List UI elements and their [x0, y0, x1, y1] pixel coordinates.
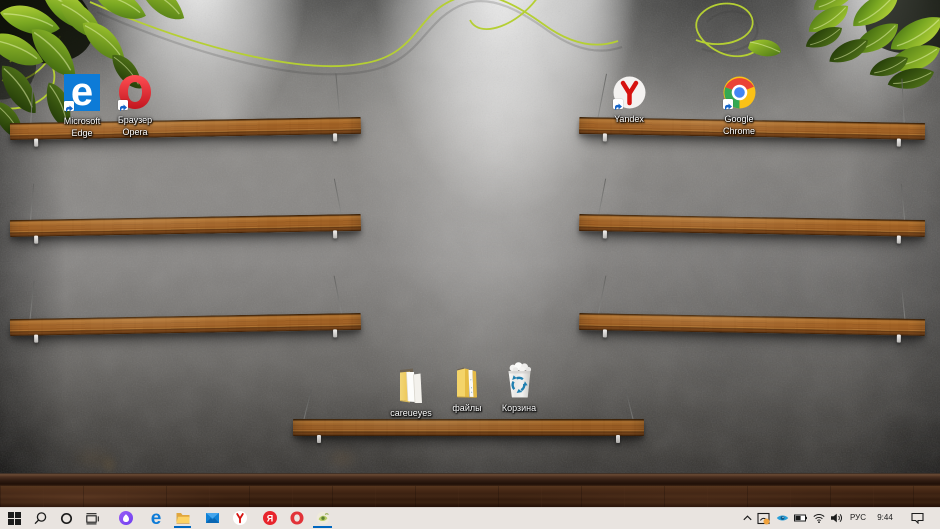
svg-text:Я: Я — [267, 514, 273, 524]
svg-text:e: e — [71, 74, 93, 111]
svg-text:e: e — [151, 508, 162, 529]
